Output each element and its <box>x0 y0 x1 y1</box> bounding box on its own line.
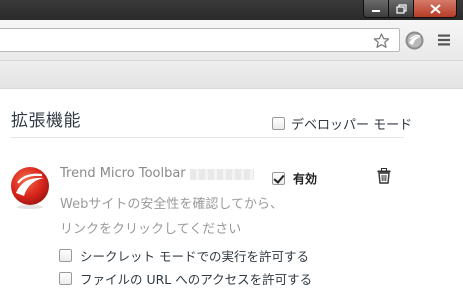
window-titlebar <box>0 0 463 20</box>
hamburger-menu-icon[interactable] <box>437 34 451 46</box>
extension-enabled-checkbox[interactable] <box>272 172 285 185</box>
developer-mode-toggle[interactable]: デベロッパー モード <box>272 114 412 133</box>
redacted-version <box>190 169 254 180</box>
trash-icon[interactable] <box>377 168 391 184</box>
window-controls <box>363 0 457 18</box>
allow-file-url-option[interactable]: ファイルの URL へのアクセスを許可する <box>59 269 312 288</box>
restore-icon <box>395 3 407 14</box>
trend-micro-logo-icon <box>11 167 49 209</box>
title-divider <box>11 137 404 138</box>
allow-file-url-checkbox[interactable] <box>59 272 72 285</box>
address-bar[interactable] <box>0 28 400 52</box>
allow-incognito-option[interactable]: シークレット モードでの実行を許可する <box>59 246 309 265</box>
extension-description-line1: Webサイトの安全性を確認してから、 <box>60 197 283 212</box>
star-icon[interactable] <box>373 33 390 49</box>
browser-toolbar <box>0 20 463 61</box>
restore-button[interactable] <box>389 0 414 18</box>
extension-enabled-label: 有効 <box>293 172 318 186</box>
allow-incognito-label: シークレット モードでの実行を許可する <box>80 249 309 264</box>
extension-name: Trend Micro Toolbar <box>60 166 186 181</box>
close-icon <box>429 3 441 14</box>
developer-mode-label: デベロッパー モード <box>291 118 413 133</box>
developer-mode-checkbox[interactable] <box>272 117 285 130</box>
minimize-button[interactable] <box>363 0 389 18</box>
page-title: 拡張機能 <box>11 111 81 131</box>
extension-enable-toggle[interactable]: 有効 <box>272 170 317 187</box>
allow-file-url-label: ファイルの URL へのアクセスを許可する <box>80 272 313 287</box>
extension-description-line2: リンクをクリックしてください <box>60 222 242 237</box>
close-button[interactable] <box>414 0 457 18</box>
allow-incognito-checkbox[interactable] <box>59 249 72 262</box>
bookmark-bar <box>0 61 463 89</box>
minimize-icon <box>372 9 380 12</box>
trend-micro-icon[interactable] <box>405 31 424 50</box>
